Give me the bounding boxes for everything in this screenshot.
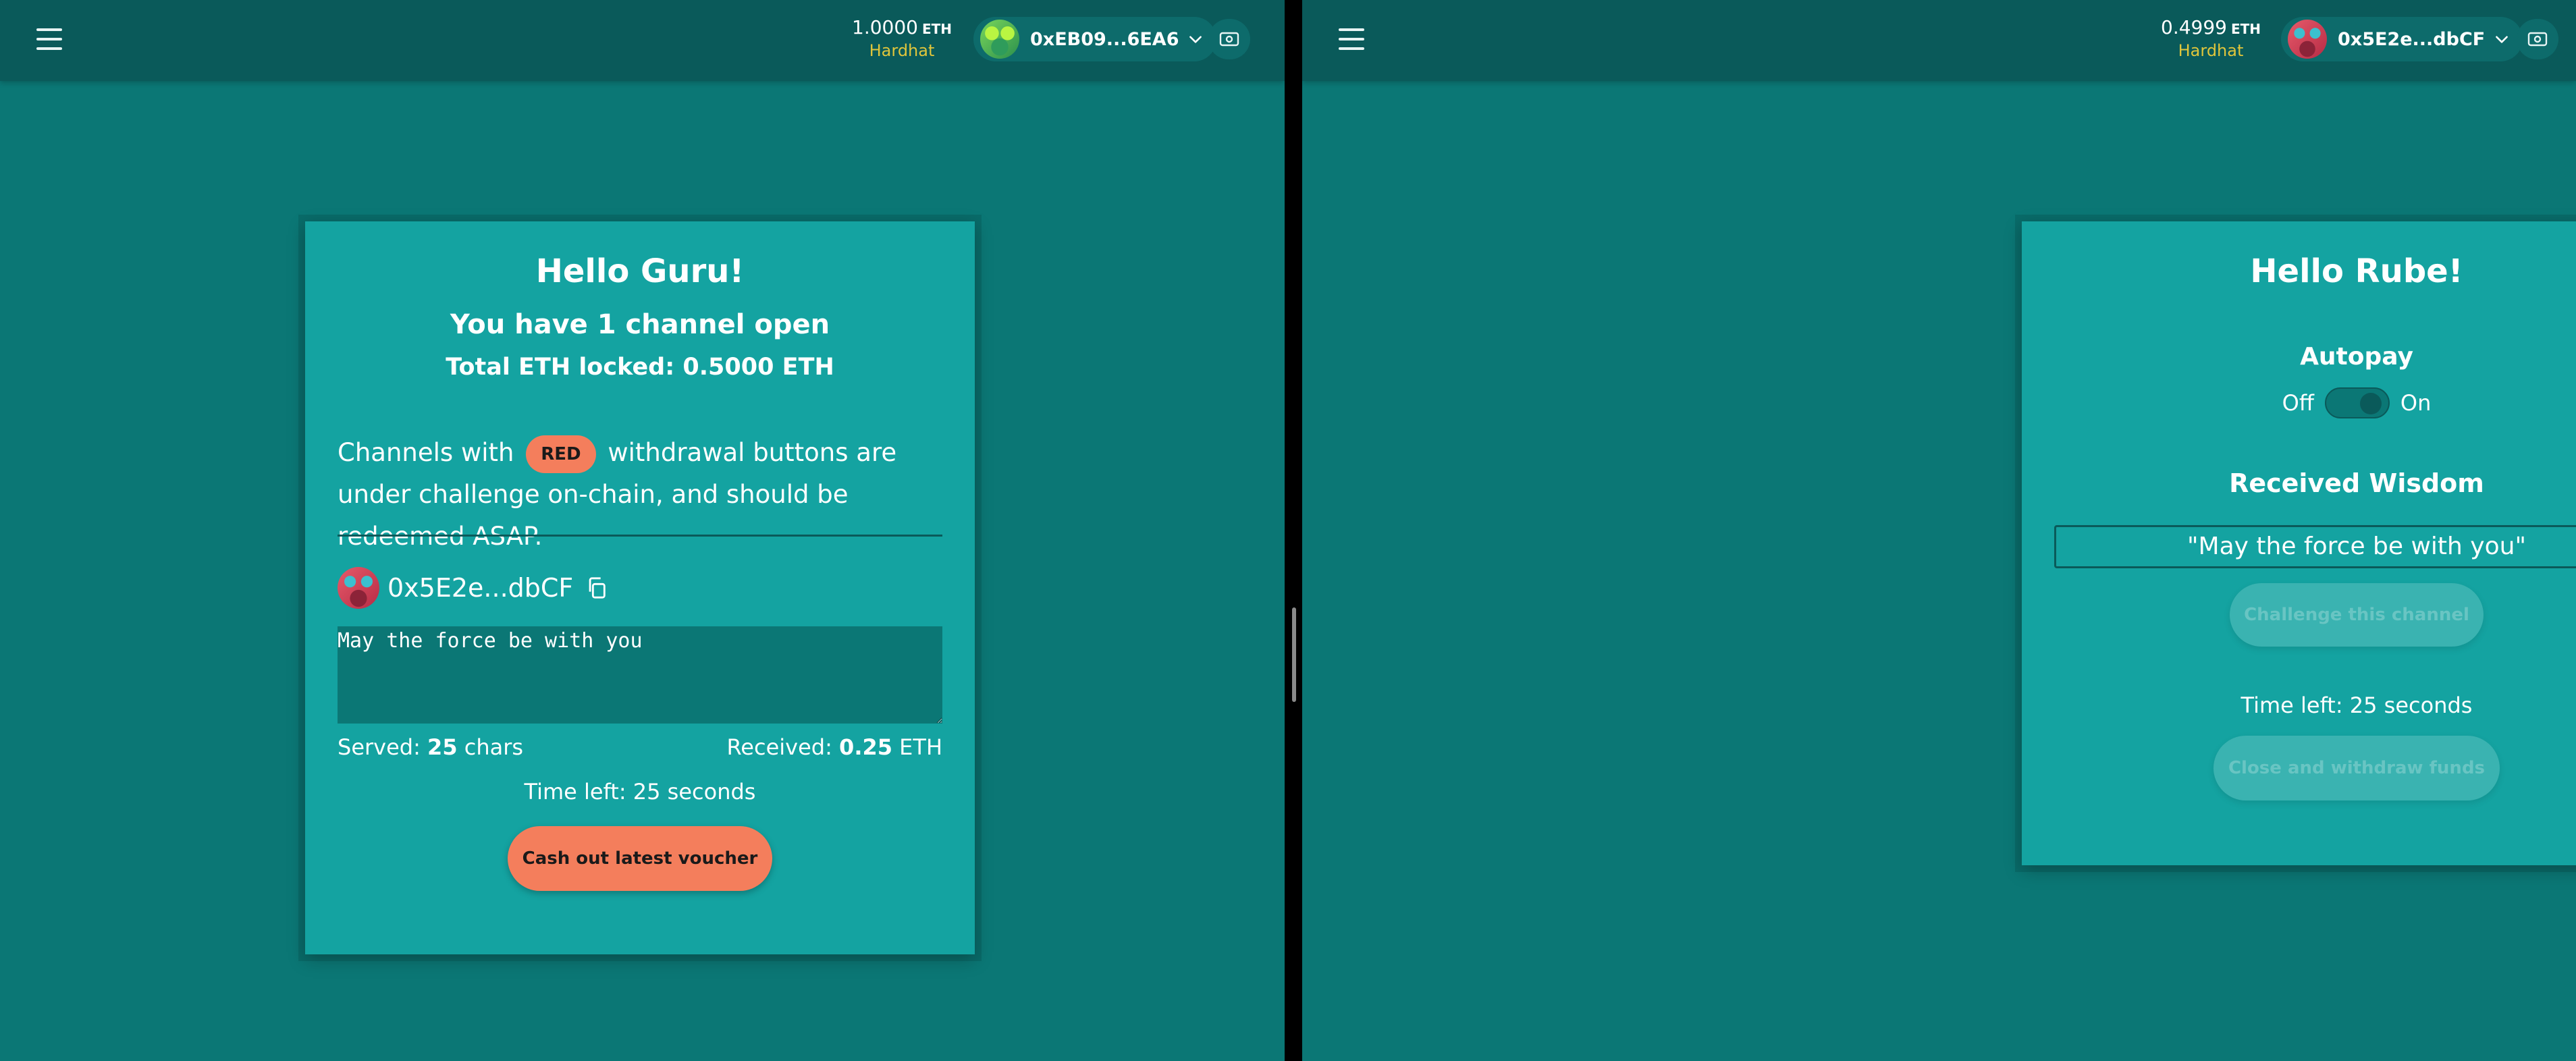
balance-display: 1.0000 ETH Hardhat xyxy=(852,16,952,61)
warning-text-before: Channels with xyxy=(338,438,514,467)
close-withdraw-button[interactable]: Close and withdraw funds xyxy=(2213,736,2500,800)
toggle-on-label: On xyxy=(2400,390,2432,416)
guru-card: Hello Guru! You have 1 channel open Tota… xyxy=(305,221,975,954)
served-label: Served: xyxy=(338,734,421,760)
wallet-icon[interactable] xyxy=(1208,19,1250,59)
received-label: Received: xyxy=(726,734,832,760)
channel-stats: Served: 25 chars Received: 0.25 ETH xyxy=(338,734,942,760)
avatar xyxy=(980,20,1019,59)
challenge-channel-button[interactable]: Challenge this channel xyxy=(2230,583,2484,647)
divider xyxy=(338,535,942,537)
balance-value: 0.4999 xyxy=(2161,16,2227,38)
toggle-knob xyxy=(2359,393,2382,414)
autopay-toggle-row: Off On xyxy=(2022,387,2576,418)
peer-row: 0x5E2e...dbCF xyxy=(338,567,608,609)
avatar xyxy=(338,567,379,609)
balance-unit: ETH xyxy=(2230,21,2261,37)
account-dropdown-button[interactable]: 0x5E2e...dbCF xyxy=(2281,17,2523,61)
challenge-warning: Channels with RED withdrawal buttons are… xyxy=(338,432,945,557)
account-address: 0x5E2e...dbCF xyxy=(2338,28,2486,50)
split-divider xyxy=(1285,0,1302,1061)
account-dropdown-button[interactable]: 0xEB09...6EA6 xyxy=(973,17,1217,61)
rube-card: Hello Rube! Autopay Off On Received Wisd… xyxy=(2022,221,2576,865)
hamburger-menu-icon[interactable] xyxy=(1339,28,1364,50)
received-wisdom-heading: Received Wisdom xyxy=(2229,468,2484,498)
right-browser-pane: 0.4999 ETH Hardhat 0x5E2e...dbCF Hello Ru… xyxy=(1302,0,2576,1061)
account-address: 0xEB09...6EA6 xyxy=(1030,28,1179,50)
cash-out-button[interactable]: Cash out latest voucher xyxy=(508,826,772,891)
served-unit: chars xyxy=(464,734,524,760)
left-browser-pane: 1.0000 ETH Hardhat 0xEB09...6EA6 Hello Gu… xyxy=(0,0,1285,1061)
red-badge: RED xyxy=(526,435,596,473)
served-stat: Served: 25 chars xyxy=(338,734,523,760)
page-title: Hello Guru! xyxy=(535,252,745,290)
received-wisdom-text: "May the force be with you" xyxy=(2054,525,2576,568)
wisdom-textarea[interactable]: May the force be with you xyxy=(338,626,942,724)
top-bar: 0.4999 ETH Hardhat 0x5E2e...dbCF xyxy=(1302,0,2576,81)
peer-address: 0x5E2e...dbCF xyxy=(387,573,574,603)
network-name: Hardhat xyxy=(869,41,935,60)
avatar xyxy=(2288,20,2327,59)
served-value: 25 xyxy=(427,734,458,760)
autopay-toggle[interactable] xyxy=(2324,387,2390,418)
received-value: 0.25 xyxy=(839,734,892,760)
balance-display: 0.4999 ETH Hardhat xyxy=(2161,16,2261,61)
received-unit: ETH xyxy=(899,734,942,760)
page-title: Hello Rube! xyxy=(2250,252,2463,290)
total-locked-text: Total ETH locked: 0.5000 ETH xyxy=(446,354,834,381)
network-name: Hardhat xyxy=(2178,41,2244,60)
chevron-down-icon xyxy=(2496,36,2508,43)
channels-open-text: You have 1 channel open xyxy=(450,309,830,340)
time-left-text: Time left: 25 seconds xyxy=(524,779,756,805)
top-bar: 1.0000 ETH Hardhat 0xEB09...6EA6 xyxy=(0,0,1285,81)
autopay-label: Autopay xyxy=(2300,343,2413,371)
hamburger-menu-icon[interactable] xyxy=(36,28,62,50)
chevron-down-icon xyxy=(1189,36,1202,43)
toggle-off-label: Off xyxy=(2282,390,2314,416)
split-resize-handle[interactable] xyxy=(1292,607,1296,702)
received-stat: Received: 0.25 ETH xyxy=(727,734,943,760)
wallet-icon[interactable] xyxy=(2517,19,2558,59)
time-left-text: Time left: 25 seconds xyxy=(2240,692,2473,718)
balance-value: 1.0000 xyxy=(852,16,918,38)
copy-icon[interactable] xyxy=(585,576,608,599)
balance-unit: ETH xyxy=(921,21,952,37)
